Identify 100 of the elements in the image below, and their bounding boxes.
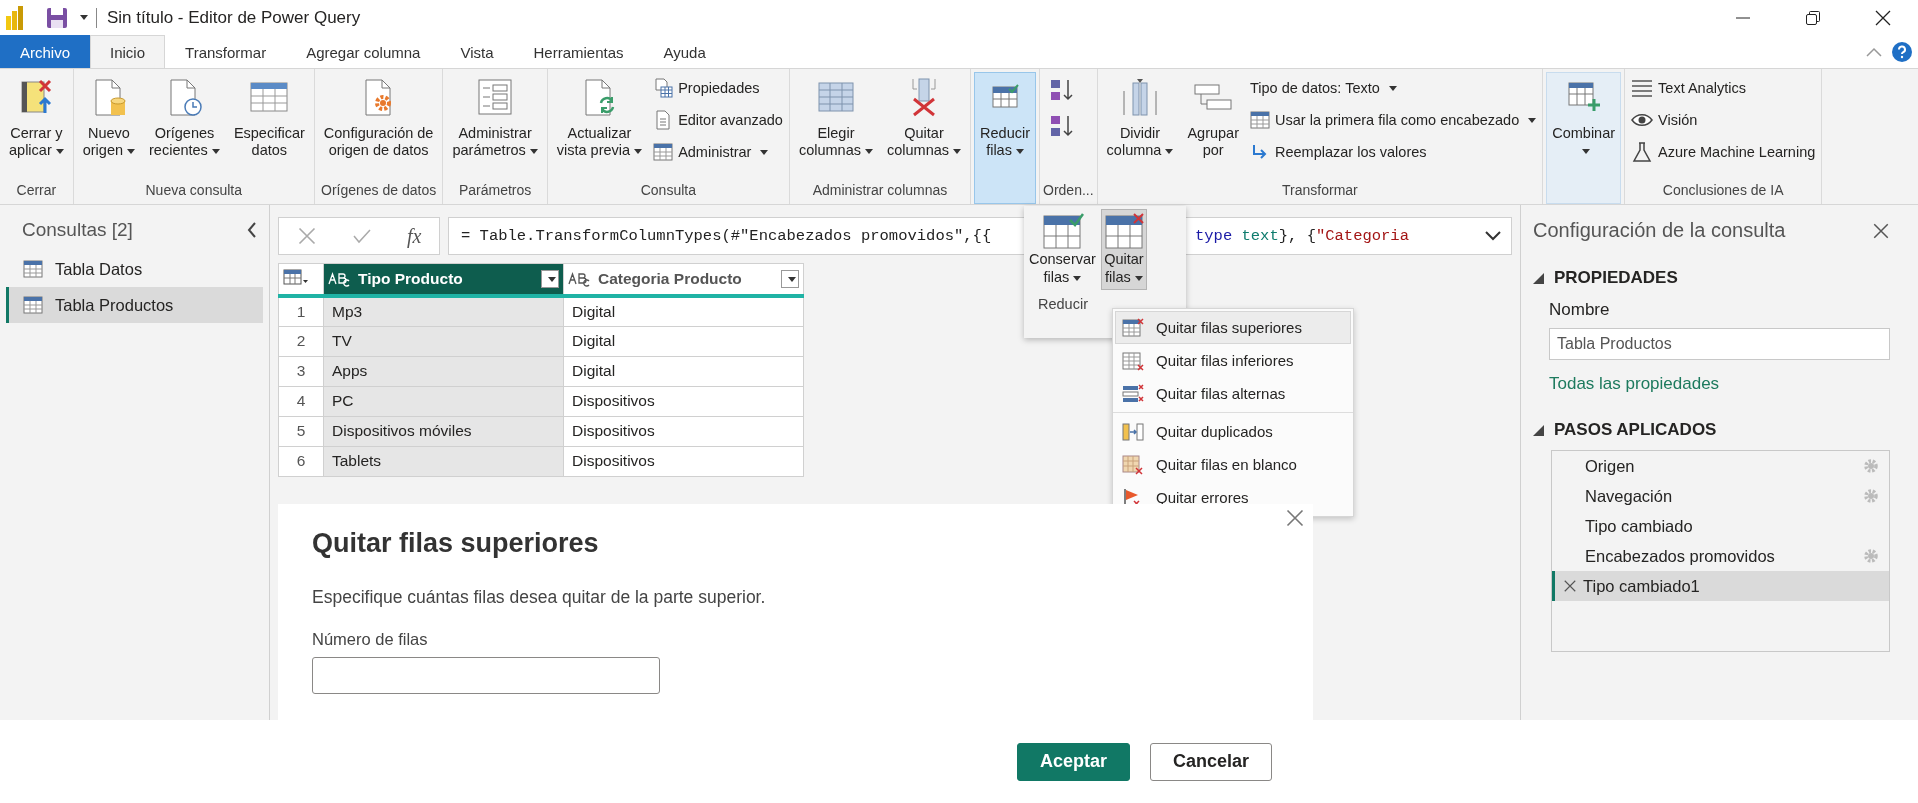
group-label: Parámetros (457, 181, 533, 200)
caret-icon (127, 148, 136, 154)
group-label: Cerrar (15, 181, 58, 200)
ribbon-button[interactable]: Configuración de origen de datos (317, 72, 440, 176)
filter-dropdown[interactable] (781, 270, 799, 288)
close-icon[interactable] (1872, 221, 1890, 240)
collapse-triangle-icon[interactable] (1533, 272, 1544, 284)
collapse-triangle-icon[interactable] (1533, 424, 1544, 436)
group-label: Administrar columnas (811, 181, 949, 200)
table-cell: Dispositivos móviles (323, 416, 564, 446)
column-header[interactable]: Categoria Producto (563, 263, 804, 296)
table-menu-icon[interactable] (283, 269, 309, 285)
accept-button[interactable]: Aceptar (1016, 742, 1130, 781)
applied-step[interactable]: Navegación (1552, 481, 1889, 511)
ribbon-button[interactable]: Elegir columnas (792, 72, 879, 176)
cancel-button[interactable]: Cancelar (1149, 742, 1272, 781)
caret-icon (1015, 148, 1024, 154)
all-properties-link[interactable]: Todas las propiedades (1549, 374, 1720, 394)
ribbon-button[interactable]: Combinar (1546, 72, 1622, 204)
menu-item[interactable]: Quitar filas superiores (1115, 311, 1351, 344)
ribbon-button[interactable]: Orígenes recientes (143, 72, 226, 176)
panel-title: Configuración de la consulta (1533, 219, 1786, 242)
table-cell: Tablets (323, 446, 564, 476)
caret-icon (211, 148, 220, 154)
ribbon-tab[interactable]: Vista (440, 35, 514, 68)
restore-icon[interactable] (1805, 9, 1821, 26)
menu-item[interactable]: Quitar filas en blanco (1115, 448, 1351, 481)
column-header[interactable]: Tipo Producto (323, 263, 564, 296)
ribbon-small-button[interactable]: Text Analytics (1628, 74, 1819, 102)
query-item[interactable]: Tabla Productos (6, 287, 263, 323)
table-cell: Dispositivos (563, 446, 804, 476)
menu-item[interactable]: Quitar duplicados (1115, 415, 1351, 448)
collapse-icon[interactable] (247, 222, 257, 238)
sort-descending-icon (1049, 114, 1075, 138)
section-heading: PASOS APLICADOS (1554, 420, 1717, 440)
ribbon-small-button[interactable]: Visión (1628, 106, 1819, 134)
menu-item[interactable]: Quitar errores (1115, 481, 1351, 514)
field-label: Número de filas (312, 630, 429, 649)
table-cell: PC (323, 386, 564, 416)
applied-step[interactable]: Origen (1552, 451, 1889, 481)
ribbon-button[interactable]: Dividir columna (1100, 72, 1180, 176)
applied-step[interactable]: Encabezados promovidos (1552, 541, 1889, 571)
row-number: 3 (278, 356, 324, 386)
app-logo-icon (6, 5, 24, 30)
ribbon-tab[interactable]: Transformar (165, 35, 287, 68)
help-icon[interactable] (1892, 41, 1912, 62)
ribbon-tab[interactable]: Inicio (90, 35, 166, 68)
caret-icon (1134, 275, 1143, 281)
ribbon-button[interactable]: Quitar columnas (881, 72, 968, 176)
ribbon-small-button[interactable]: Tipo de datos: Texto (1247, 74, 1540, 102)
field-label: Nombre (1549, 300, 1611, 320)
ribbon-button[interactable]: Reducir filas (974, 72, 1036, 204)
ribbon-button[interactable]: Administrar parámetros (446, 72, 544, 176)
window-title: Sin título - Editor de Power Query (96, 7, 361, 28)
group-label: Conclusiones de IA (1661, 181, 1785, 200)
group-label: Orden... (1043, 181, 1094, 200)
ribbon-button[interactable]: Nuevo origen (76, 72, 142, 176)
table-cell: Apps (323, 356, 564, 386)
applied-step[interactable]: Tipo cambiado1 (1552, 571, 1889, 601)
text-type-icon (328, 271, 350, 287)
ribbon-small-button[interactable]: Administrar (650, 138, 786, 166)
ribbon-small-button[interactable]: Usar la primera fila como encabezado (1247, 106, 1540, 134)
ribbon-small-button[interactable]: Reemplazar los valores (1247, 138, 1540, 166)
ribbon-button[interactable]: Quitar filas (1100, 209, 1147, 290)
ribbon-small-button[interactable]: Azure Machine Learning (1628, 138, 1819, 166)
ribbon-tab[interactable]: Herramientas (513, 35, 644, 68)
menu-item[interactable]: Quitar filas inferiores (1115, 344, 1351, 377)
menu-item[interactable]: Quitar filas alternas (1115, 377, 1351, 410)
lines-icon (1631, 78, 1654, 98)
ribbon-small-button[interactable]: Propiedades (650, 74, 786, 102)
caret-icon (1165, 148, 1174, 154)
query-item[interactable]: Tabla Datos (6, 251, 263, 287)
ribbon-button[interactable]: Cerrar y aplicar (3, 72, 70, 176)
rows-input-field[interactable] (312, 657, 660, 694)
function-button[interactable]: fx (406, 224, 422, 248)
table-cell: Digital (563, 356, 804, 386)
ribbon-small-button[interactable]: Editor avanzado (650, 106, 786, 134)
ribbon-tab[interactable]: Archivo (0, 35, 91, 68)
ribbon-tab[interactable]: Ayuda (643, 35, 726, 68)
row-number: 1 (278, 296, 324, 326)
close-icon[interactable] (1875, 9, 1891, 26)
table-cell: Dispositivos (563, 416, 804, 446)
ribbon-button[interactable]: Especificar datos (227, 72, 311, 176)
ribbon-tab[interactable]: Agregar columna (286, 35, 441, 68)
caret-icon (788, 276, 796, 282)
delete-icon[interactable] (1563, 579, 1577, 593)
ribbon-button[interactable]: Agrupar por (1181, 72, 1245, 176)
ribbon-button[interactable]: Actualizar vista previa (550, 72, 649, 176)
split-column-icon (1120, 77, 1160, 117)
table-check-icon (1040, 212, 1085, 250)
check-icon[interactable] (351, 228, 372, 244)
filter-dropdown[interactable] (541, 270, 559, 288)
caret-icon (1581, 148, 1590, 154)
table-icon (653, 142, 674, 162)
save-icon[interactable] (46, 6, 68, 29)
chevron-down-icon[interactable] (1485, 231, 1501, 241)
applied-step[interactable]: Tipo cambiado (1552, 511, 1889, 541)
caret-icon (548, 276, 556, 282)
collapse-ribbon-icon[interactable] (1866, 46, 1882, 57)
name-field[interactable]: Tabla Productos (1549, 328, 1890, 360)
